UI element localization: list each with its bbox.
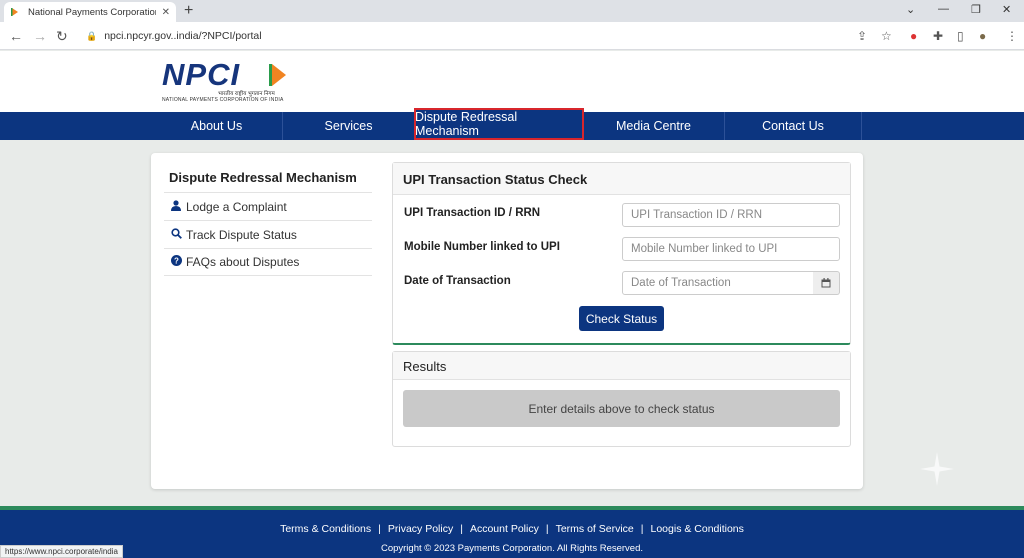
- reload-icon[interactable]: ↻: [56, 27, 68, 45]
- check-status-button[interactable]: Check Status: [579, 306, 664, 331]
- forward-icon[interactable]: →: [33, 27, 47, 45]
- sidebar-title: Dispute Redressal Mechanism: [169, 170, 357, 185]
- footer-link-loogis[interactable]: Loogis & Conditions: [651, 523, 744, 535]
- lock-icon: 🔒: [86, 30, 98, 41]
- back-icon[interactable]: ←: [9, 27, 23, 45]
- npci-logo[interactable]: NPCI भारतीय राष्ट्रीय भुगतान निगम NATION…: [162, 57, 286, 103]
- browser-toolbar: ← → ↻ 🔒 npci.npcyr.gov..india/?NPCI/port…: [0, 22, 1024, 50]
- extension-badge-icon[interactable]: ●: [910, 29, 917, 43]
- sidebar-item-label: Track Dispute Status: [186, 227, 297, 242]
- logo-org-text: NATIONAL PAYMENTS CORPORATION OF INDIA: [162, 97, 284, 103]
- status-bar-url: https://www.npci.corporate/india: [0, 545, 123, 558]
- sidebar-item-faqs[interactable]: ? FAQs about Disputes: [164, 248, 372, 276]
- upi-status-form: UPI Transaction Status Check UPI Transac…: [392, 162, 851, 345]
- footer-separator: |: [378, 523, 381, 535]
- footer-link-account-policy[interactable]: Account Policy: [470, 523, 539, 535]
- svg-text:?: ?: [174, 256, 179, 265]
- share-icon[interactable]: ⇪: [857, 29, 867, 43]
- content-card: Dispute Redressal Mechanism Lodge a Comp…: [151, 153, 863, 489]
- sidebar-item-lodge-complaint[interactable]: Lodge a Complaint: [164, 192, 372, 220]
- restore-icon[interactable]: ❐: [971, 3, 981, 16]
- footer-link-terms-of-service[interactable]: Terms of Service: [556, 523, 634, 535]
- results-panel: Results Enter details above to check sta…: [392, 351, 851, 447]
- bookmark-star-icon[interactable]: ☆: [881, 29, 892, 43]
- mobile-label: Mobile Number linked to UPI: [404, 241, 560, 253]
- sidebar-item-label: Lodge a Complaint: [186, 199, 287, 214]
- extensions-puzzle-icon[interactable]: ✚: [933, 29, 943, 43]
- footer-link-privacy[interactable]: Privacy Policy: [388, 523, 453, 535]
- minimize-icon[interactable]: —: [938, 3, 949, 15]
- nav-about-us[interactable]: About Us: [151, 112, 283, 140]
- logo-wordmark: NPCI: [162, 57, 241, 92]
- nav-media-centre[interactable]: Media Centre: [583, 112, 725, 140]
- txn-id-label: UPI Transaction ID / RRN: [404, 207, 541, 219]
- footer-links: Terms & Conditions | Privacy Policy | Accoun…: [0, 523, 1024, 535]
- txn-id-input[interactable]: [622, 203, 840, 227]
- logo-hindi-text: भारतीय राष्ट्रीय भुगतान निगम: [218, 91, 275, 97]
- site-footer: Terms & Conditions | Privacy Policy | Accoun…: [0, 506, 1024, 558]
- close-tab-icon[interactable]: ✕: [162, 7, 170, 18]
- new-tab-icon[interactable]: +: [184, 2, 193, 20]
- nav-contact-us[interactable]: Contact Us: [725, 112, 862, 140]
- tab-search-icon[interactable]: ⌄: [906, 3, 915, 16]
- side-panel-icon[interactable]: ▯: [957, 29, 964, 43]
- favicon-icon: [11, 8, 18, 16]
- tab-title: National Payments Corporation o: [28, 6, 156, 18]
- browser-tab[interactable]: National Payments Corporation o ✕: [4, 2, 176, 22]
- results-title: Results: [393, 352, 850, 380]
- logo-arrow: [272, 64, 286, 86]
- profile-avatar-icon[interactable]: ●: [979, 29, 986, 43]
- question-icon: ?: [170, 255, 182, 269]
- browser-tab-bar: National Payments Corporation o ✕ + ⌄ — …: [0, 0, 1024, 22]
- mobile-input[interactable]: [622, 237, 840, 261]
- main-nav: About Us Services Dispute Redressal Mech…: [0, 108, 1024, 140]
- url-text: npci.npcyr.gov..india/?NPCI/portal: [104, 30, 262, 42]
- site-header: NPCI भारतीय राष्ट्रीय भुगतान निगम NATION…: [0, 51, 1024, 112]
- date-label: Date of Transaction: [404, 275, 511, 287]
- search-icon: [170, 227, 182, 242]
- copyright-text: Copyright © 2023 Payments Corporation. A…: [380, 543, 644, 554]
- sidebar-item-track-status[interactable]: Track Dispute Status: [164, 220, 372, 248]
- footer-separator: |: [545, 523, 549, 535]
- sparkle-icon: [920, 452, 954, 486]
- user-icon: [170, 199, 182, 214]
- date-input[interactable]: [622, 271, 814, 295]
- calendar-icon[interactable]: [813, 271, 840, 295]
- sidebar-item-label: FAQs about Disputes: [186, 255, 300, 269]
- menu-kebab-icon[interactable]: ⋮: [1006, 29, 1018, 43]
- close-window-icon[interactable]: ✕: [1002, 3, 1011, 16]
- results-message: Enter details above to check status: [403, 390, 840, 427]
- nav-services[interactable]: Services: [283, 112, 415, 140]
- footer-separator: |: [460, 523, 463, 535]
- nav-dispute-redressal[interactable]: Dispute Redressal Mechanism: [414, 108, 584, 140]
- footer-link-terms[interactable]: Terms & Conditions: [280, 523, 371, 535]
- form-title: UPI Transaction Status Check: [393, 163, 850, 195]
- footer-separator: |: [640, 523, 644, 535]
- address-bar[interactable]: 🔒 npci.npcyr.gov..india/?NPCI/portal: [78, 25, 900, 47]
